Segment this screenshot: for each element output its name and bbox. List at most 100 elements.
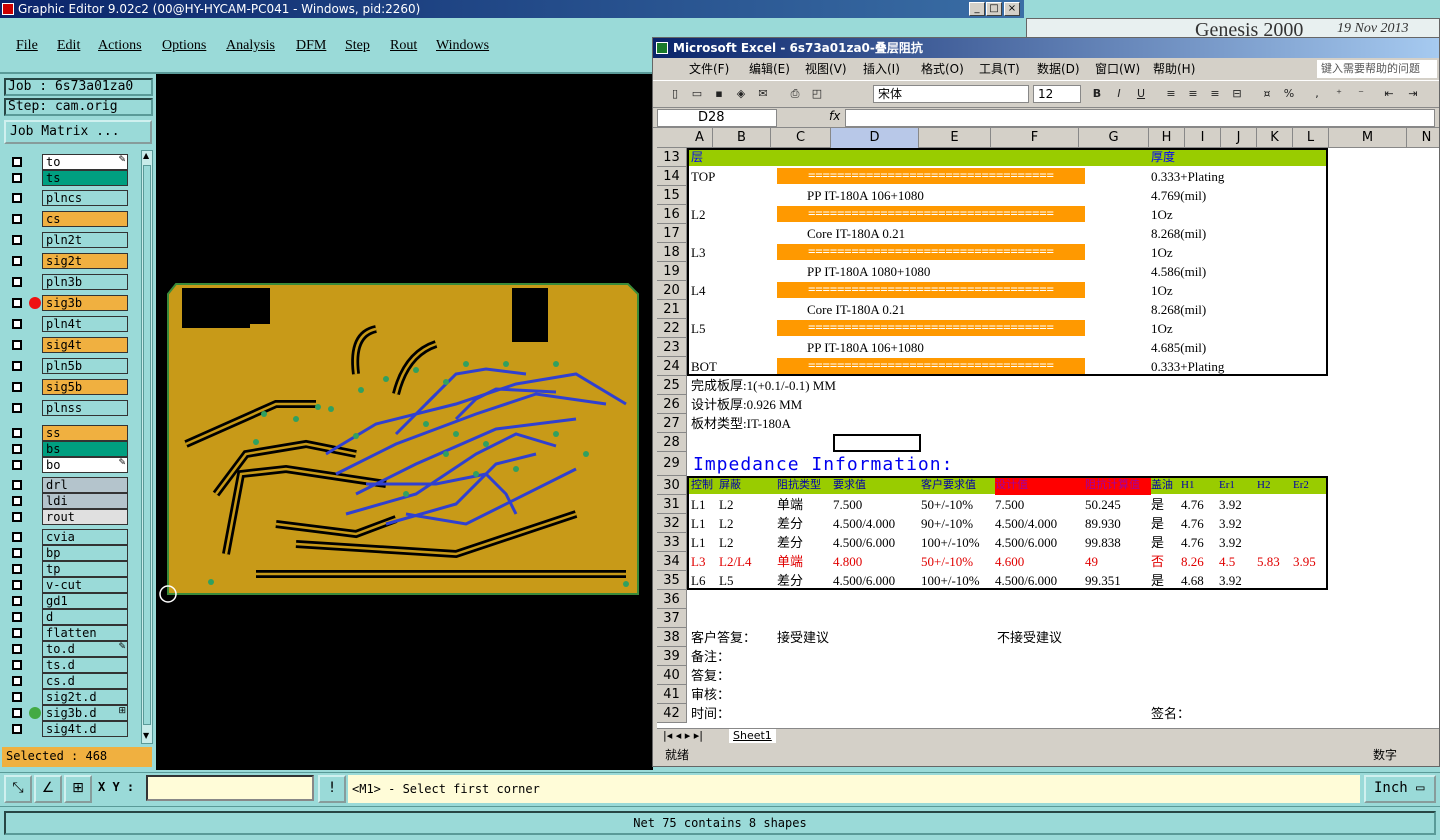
column-header-n[interactable]: N: [1407, 128, 1440, 148]
close-button[interactable]: ×: [1004, 2, 1020, 16]
layer-name[interactable]: sig2t.d: [42, 689, 128, 705]
xl-menu-help[interactable]: 帮助(H): [1153, 58, 1195, 80]
layer-row-ldi[interactable]: ldi: [8, 493, 128, 509]
tab-sheet1[interactable]: Sheet1: [729, 729, 776, 743]
layer-row-ts.d[interactable]: ts.d: [8, 657, 128, 673]
row-header[interactable]: 41: [657, 685, 687, 704]
maximize-button[interactable]: □: [986, 2, 1002, 16]
column-header-m[interactable]: M: [1329, 128, 1407, 148]
layer-name[interactable]: ss: [42, 425, 128, 441]
layer-row-pln5b[interactable]: pln5b: [8, 358, 128, 374]
footer-a[interactable]: 备注：: [691, 647, 730, 666]
print-icon[interactable]: ⎙: [787, 86, 803, 102]
decrease-indent-icon[interactable]: ⇤: [1381, 86, 1397, 102]
layer-row-sig4t[interactable]: sig4t: [8, 337, 128, 353]
align-left-icon[interactable]: ≡: [1163, 86, 1179, 102]
layer-name[interactable]: sig2t: [42, 253, 128, 269]
footer-a[interactable]: 客户答复：: [691, 628, 756, 647]
menu-options[interactable]: Options: [162, 38, 206, 54]
layer-row-ts[interactable]: ts: [8, 170, 128, 186]
layer-checkbox[interactable]: [12, 193, 22, 203]
layer-row-cs[interactable]: cs: [8, 211, 128, 227]
layer-checkbox[interactable]: [12, 548, 22, 558]
scroll-thumb[interactable]: [143, 165, 151, 725]
layer-checkbox[interactable]: [12, 564, 22, 574]
layer-name[interactable]: sig4t.d: [42, 721, 128, 737]
layer-checkbox[interactable]: [12, 512, 22, 522]
increase-decimal-icon[interactable]: ⁺: [1331, 86, 1347, 102]
footer-a[interactable]: 答复：: [691, 666, 730, 685]
layer-name[interactable]: d: [42, 609, 128, 625]
row-header[interactable]: 36: [657, 590, 687, 609]
font-select[interactable]: 宋体: [873, 85, 1029, 103]
layer-name[interactable]: to.d: [42, 641, 128, 657]
open-icon[interactable]: ▭: [689, 86, 705, 102]
row-header[interactable]: 37: [657, 609, 687, 628]
layer-name[interactable]: sig5b: [42, 379, 128, 395]
row-header[interactable]: 34: [657, 552, 687, 571]
column-header-l[interactable]: L: [1293, 128, 1329, 148]
layer-checkbox[interactable]: [12, 157, 22, 167]
layer-checkbox[interactable]: [12, 361, 22, 371]
layer-row-sig2t.d[interactable]: sig2t.d: [8, 689, 128, 705]
zoom-window-icon[interactable]: ⤡: [4, 775, 32, 803]
job-matrix-button[interactable]: Job Matrix ...: [4, 120, 152, 144]
layer-name[interactable]: pln5b: [42, 358, 128, 374]
xl-menu-file[interactable]: 文件(F): [689, 58, 729, 80]
row-header[interactable]: 13: [657, 148, 687, 167]
font-size-select[interactable]: 12: [1033, 85, 1081, 103]
layer-row-gd1[interactable]: gd1: [8, 593, 128, 609]
layer-row-bo[interactable]: bo ✎: [8, 457, 128, 473]
layer-name[interactable]: cs: [42, 211, 128, 227]
layer-row-to.d[interactable]: to.d ✎: [8, 641, 128, 657]
xl-menu-edit[interactable]: 编辑(E): [749, 58, 790, 80]
row-header[interactable]: 35: [657, 571, 687, 590]
layer-checkbox[interactable]: [12, 676, 22, 686]
row-header[interactable]: 40: [657, 666, 687, 685]
layer-checkbox[interactable]: [12, 480, 22, 490]
print-preview-icon[interactable]: ◰: [809, 86, 825, 102]
footer-a[interactable]: 时间：: [691, 704, 730, 723]
layer-checkbox[interactable]: [12, 340, 22, 350]
menu-rout[interactable]: Rout: [390, 38, 417, 54]
layer-checkbox[interactable]: [12, 382, 22, 392]
xl-menu-format[interactable]: 格式(O): [921, 58, 964, 80]
layer-checkbox[interactable]: [12, 214, 22, 224]
row-header[interactable]: 15: [657, 186, 687, 205]
row-header[interactable]: 28: [657, 433, 687, 452]
layer-checkbox[interactable]: [12, 708, 22, 718]
layer-row-rout[interactable]: rout: [8, 509, 128, 525]
layer-row-sig4t.d[interactable]: sig4t.d: [8, 721, 128, 737]
row-header[interactable]: 39: [657, 647, 687, 666]
row-header[interactable]: 14: [657, 167, 687, 186]
layer-checkbox[interactable]: [12, 277, 22, 287]
layer-row-tp[interactable]: tp: [8, 561, 128, 577]
align-right-icon[interactable]: ≡: [1207, 86, 1223, 102]
layer-row-d[interactable]: d: [8, 609, 128, 625]
align-center-icon[interactable]: ≡: [1185, 86, 1201, 102]
row-header[interactable]: 23: [657, 338, 687, 357]
layer-row-sig3b.d[interactable]: sig3b.d ⊞: [8, 705, 128, 721]
row-header[interactable]: 16: [657, 205, 687, 224]
layer-name[interactable]: sig3b.d: [42, 705, 128, 721]
layer-row-plnss[interactable]: plnss: [8, 400, 128, 416]
layer-name[interactable]: pln4t: [42, 316, 128, 332]
layer-name[interactable]: gd1: [42, 593, 128, 609]
layer-checkbox[interactable]: [12, 460, 22, 470]
column-header-g[interactable]: G: [1079, 128, 1149, 148]
column-header-e[interactable]: E: [919, 128, 991, 148]
layer-name[interactable]: cvia: [42, 529, 128, 545]
measure-icon[interactable]: ∠: [34, 775, 62, 803]
layer-row-drl[interactable]: drl: [8, 477, 128, 493]
comma-icon[interactable]: ,: [1309, 86, 1325, 102]
italic-icon[interactable]: I: [1111, 86, 1127, 102]
layer-checkbox[interactable]: [12, 256, 22, 266]
layer-name[interactable]: to: [42, 154, 128, 170]
menu-dfm[interactable]: DFM: [296, 38, 326, 54]
layer-checkbox[interactable]: [12, 444, 22, 454]
snap-grid-icon[interactable]: ⊞: [64, 775, 92, 803]
layer-row-bs[interactable]: bs: [8, 441, 128, 457]
bold-icon[interactable]: B: [1089, 86, 1105, 102]
footer-a[interactable]: 审核：: [691, 685, 730, 704]
layer-row-to[interactable]: to ✎: [8, 154, 128, 170]
